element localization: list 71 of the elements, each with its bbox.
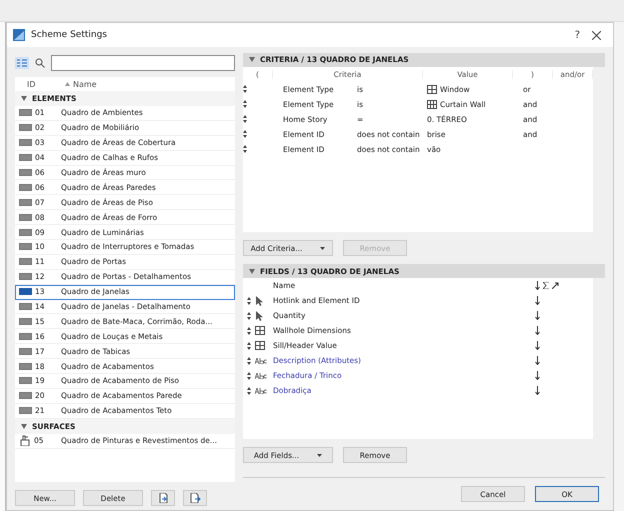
- schedule-icon: [19, 184, 32, 191]
- sort-down-icon[interactable]: [535, 356, 540, 366]
- window-title: Scheme Settings: [31, 30, 108, 40]
- sort-down-icon[interactable]: [535, 296, 540, 306]
- sort-down-icon[interactable]: [535, 281, 540, 290]
- schedule-icon: [19, 258, 32, 266]
- expand-arrow-icon[interactable]: [21, 96, 27, 101]
- sort-down-icon[interactable]: [535, 341, 540, 350]
- import-icon: [158, 493, 168, 503]
- cursor-icon: [255, 310, 263, 321]
- schedule-icon: [19, 273, 32, 280]
- caret-icon: [317, 454, 322, 456]
- schedule-icon: [19, 228, 32, 236]
- schedule-icon: [19, 362, 32, 370]
- text-field-icon: [255, 388, 267, 394]
- import-button[interactable]: [151, 490, 175, 506]
- caret-icon: [320, 246, 326, 250]
- export-button[interactable]: [183, 490, 207, 506]
- schedule-icon: [19, 109, 32, 116]
- sort-down-icon[interactable]: [535, 326, 540, 336]
- drag-handle-icon[interactable]: [243, 115, 247, 124]
- cursor-icon: [255, 296, 263, 306]
- schedule-icon: [19, 169, 32, 176]
- search-icon[interactable]: [35, 58, 45, 68]
- text-field-icon: [255, 372, 267, 379]
- drag-handle-icon[interactable]: [243, 130, 247, 138]
- schedule-icon: [19, 124, 32, 132]
- drag-handle-icon[interactable]: [243, 100, 247, 108]
- column-header[interactable]: Name: [73, 80, 97, 88]
- schedule-icon: [19, 303, 32, 310]
- sort-down-icon[interactable]: [535, 371, 540, 380]
- sort-down-icon[interactable]: [535, 311, 540, 320]
- schedule-icon: [19, 348, 32, 355]
- search-field[interactable]: [51, 55, 235, 71]
- schedule-icon: [19, 288, 32, 296]
- drag-handle-icon[interactable]: [247, 356, 251, 365]
- window-icon: [255, 341, 265, 350]
- expand-arrow-icon[interactable]: [21, 424, 27, 429]
- schedule-icon: [19, 332, 32, 340]
- expand-arrow-icon[interactable]: [249, 57, 255, 62]
- help-button[interactable]: ?: [568, 30, 586, 40]
- sum-icon[interactable]: [543, 282, 549, 290]
- window-icon: [427, 100, 437, 109]
- list-view-icon[interactable]: [15, 57, 29, 69]
- window-icon: [427, 84, 437, 94]
- export-icon: [190, 493, 200, 503]
- drag-handle-icon[interactable]: [247, 372, 251, 380]
- drag-handle-icon[interactable]: [243, 85, 247, 94]
- drag-handle-icon[interactable]: [247, 386, 251, 395]
- schedule-icon: [19, 198, 32, 206]
- drag-handle-icon[interactable]: [247, 326, 251, 335]
- schedule-icon: [19, 407, 32, 414]
- schedule-icon: [19, 243, 32, 250]
- schedule-icon: [19, 392, 32, 400]
- schedule-icon: [19, 214, 32, 221]
- app-logo-icon: [13, 29, 25, 41]
- column-header[interactable]: ID: [27, 80, 36, 88]
- sort-up-icon: [65, 82, 70, 86]
- drag-handle-icon[interactable]: [247, 342, 251, 350]
- close-icon[interactable]: [592, 30, 601, 40]
- sort-down-icon[interactable]: [535, 386, 540, 396]
- text-field-icon: [255, 358, 267, 364]
- drag-handle-icon[interactable]: [247, 312, 251, 320]
- schedule-icon: [19, 154, 32, 162]
- schedule-icon: [19, 318, 32, 325]
- drag-handle-icon[interactable]: [243, 145, 247, 154]
- drag-handle-icon[interactable]: [247, 296, 251, 305]
- window-icon: [255, 326, 265, 336]
- schedule-icon: [19, 377, 32, 384]
- expand-arrow-icon[interactable]: [249, 268, 255, 274]
- schedule-icon: [19, 139, 32, 146]
